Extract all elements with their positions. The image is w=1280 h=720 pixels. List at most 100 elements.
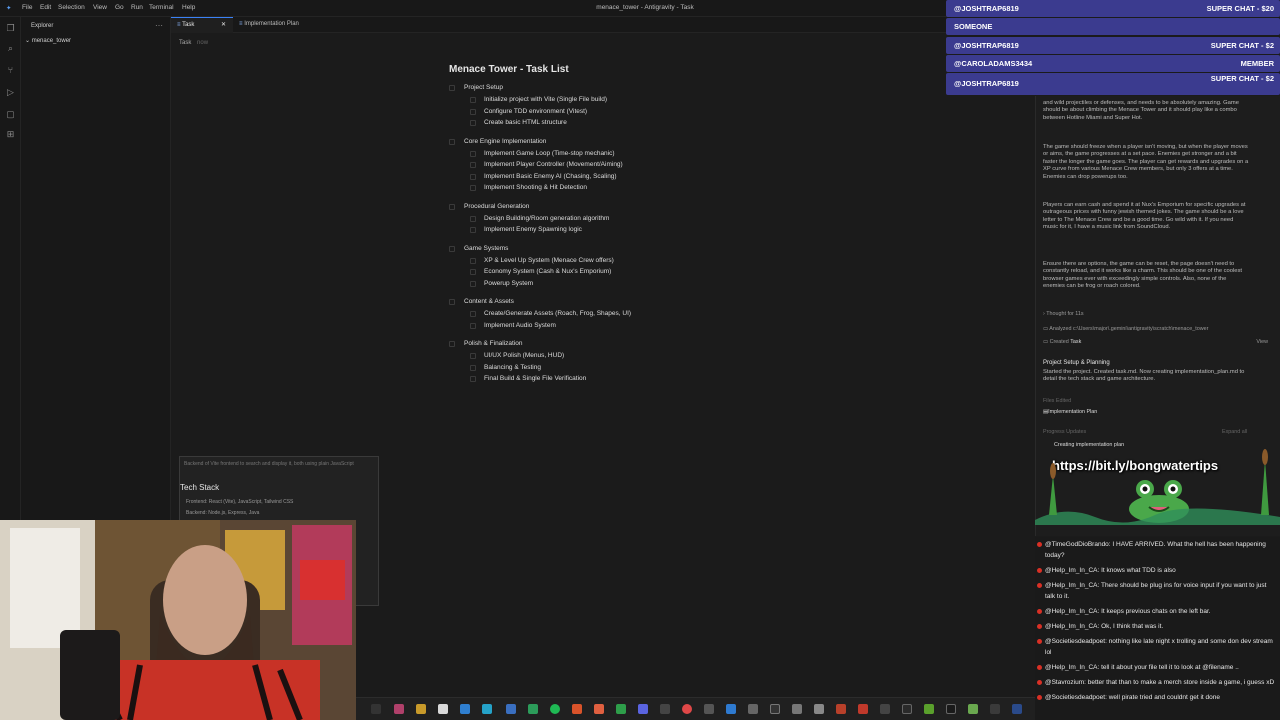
task-label: Configure TDD environment (Vitest) (484, 107, 588, 115)
thought-toggle[interactable]: › Thought for 11s (1043, 311, 1084, 317)
menu-edit[interactable]: Edit (40, 4, 51, 11)
chat-text: @Help_Im_In_CA: There should be plug ins… (1045, 582, 1267, 600)
chat-message: @Help_Im_In_CA: It knows what TDD is als… (1036, 565, 1276, 576)
store-icon[interactable] (528, 704, 538, 714)
photos-icon[interactable] (594, 704, 604, 714)
progress-updates-label: Progress Updates (1043, 429, 1087, 435)
breadcrumb-label[interactable]: Task (179, 40, 191, 46)
files-icon[interactable] (416, 704, 426, 714)
mail-icon[interactable] (506, 704, 516, 714)
checkbox[interactable] (470, 322, 476, 329)
checkbox[interactable] (449, 245, 455, 252)
utility-icon[interactable] (814, 704, 824, 714)
folder-icon[interactable] (371, 704, 381, 714)
chat-text: @Help_Im_In_CA: Ok, I think that was it. (1045, 623, 1164, 630)
app-icon[interactable] (946, 704, 956, 714)
created-file-link[interactable]: Task (1070, 339, 1081, 345)
sheets-icon[interactable] (616, 704, 626, 714)
checkbox[interactable] (470, 269, 476, 275)
game-icon[interactable] (858, 704, 868, 714)
taskbar (356, 697, 1035, 720)
tool-icon[interactable] (792, 704, 802, 714)
task-item: Initialize project with Vite (Single Fil… (449, 96, 749, 108)
alert-user: SOMEONE (954, 22, 993, 32)
youtube-icon (1037, 542, 1042, 547)
close-icon[interactable]: ✕ (221, 21, 226, 28)
menu-terminal[interactable]: Terminal (149, 4, 174, 11)
obs-icon[interactable] (770, 704, 780, 714)
app-icon[interactable] (968, 704, 978, 714)
project-folder[interactable]: ⌄ menace_tower (25, 37, 71, 44)
menu-file[interactable]: File (22, 4, 32, 11)
app-icon[interactable] (902, 704, 912, 714)
checkbox[interactable] (449, 138, 455, 145)
menu-run[interactable]: Run (131, 4, 143, 11)
tab-task[interactable]: ≡ Task ✕ (171, 17, 233, 33)
chevron-down-icon: ⌄ (25, 38, 31, 44)
more-icon[interactable]: ⋯ (155, 21, 163, 30)
checkbox[interactable] (470, 162, 476, 168)
checkbox[interactable] (470, 120, 476, 126)
remote-icon[interactable]: ▢ (5, 109, 16, 120)
tab-implementation-plan[interactable]: ≡ Implementation Plan (233, 17, 305, 33)
notepad-icon[interactable] (704, 704, 714, 714)
media-icon[interactable] (572, 704, 582, 714)
checkbox[interactable] (470, 376, 476, 382)
task-item: Powerup System (449, 280, 749, 292)
browser-icon[interactable] (460, 704, 470, 714)
checkbox[interactable] (470, 257, 476, 264)
spotify-icon[interactable] (550, 704, 560, 714)
checkbox[interactable] (470, 353, 476, 359)
menu-view[interactable]: View (93, 4, 107, 11)
terminal-icon[interactable] (660, 704, 670, 714)
checkbox[interactable] (449, 203, 455, 210)
checkbox[interactable] (470, 150, 476, 157)
recorder-icon[interactable] (836, 704, 846, 714)
app-icon[interactable] (394, 704, 404, 714)
app-icon[interactable] (924, 704, 934, 714)
chat-text: @Stavrozium: better that than to make a … (1045, 679, 1275, 686)
checkbox[interactable] (470, 108, 476, 115)
section-project-setup: Project Setup (449, 84, 749, 96)
checkbox[interactable] (470, 227, 476, 233)
window-icon[interactable] (438, 704, 448, 714)
search-icon[interactable]: ⌕ (5, 43, 16, 54)
task-item: Implement Game Loop (Time-stop mechanic) (449, 150, 749, 162)
extensions-icon[interactable]: ⊞ (5, 129, 16, 140)
chrome-icon[interactable] (682, 704, 692, 714)
app-icon[interactable] (1012, 704, 1022, 714)
menu-selection[interactable]: Selection (58, 4, 85, 11)
task-document: Menace Tower - Task List Project Setup I… (449, 64, 749, 387)
alert-user: @CAROLADAMS3434 (954, 58, 1033, 68)
chat-message: @Help_Im_In_CA: There should be plug ins… (1036, 580, 1276, 602)
section-label: Content & Assets (464, 298, 514, 305)
checkbox[interactable] (449, 299, 455, 305)
discord-icon[interactable] (638, 704, 648, 714)
vscode-icon[interactable] (726, 704, 736, 714)
run-debug-icon[interactable]: ▷ (5, 87, 16, 98)
files-icon[interactable]: ❐ (5, 23, 16, 34)
checkbox[interactable] (470, 311, 476, 317)
edge-icon[interactable] (482, 704, 492, 714)
task-label: Powerup System (484, 279, 534, 287)
app-icon[interactable] (880, 704, 890, 714)
app-icon[interactable] (990, 704, 1000, 714)
checkbox[interactable] (470, 97, 476, 103)
checkbox[interactable] (470, 173, 476, 180)
source-control-icon[interactable]: ⑂ (5, 65, 16, 76)
expand-all-link[interactable]: Expand all (1222, 429, 1247, 435)
checkbox[interactable] (449, 85, 455, 91)
alert-amount: SUPER CHAT - $2 (1210, 40, 1274, 50)
settings-icon[interactable] (748, 704, 758, 714)
checkbox[interactable] (470, 185, 476, 191)
menu-help[interactable]: Help (182, 4, 195, 11)
file-implementation-plan[interactable]: ▤Implementation Plan (1043, 409, 1097, 415)
checkbox[interactable] (470, 280, 476, 287)
youtube-icon (1037, 568, 1042, 573)
checkbox[interactable] (470, 364, 476, 371)
checkbox[interactable] (470, 215, 476, 222)
menu-go[interactable]: Go (115, 4, 124, 11)
task-item: Create basic HTML structure (449, 119, 749, 131)
view-link[interactable]: View (1256, 339, 1268, 345)
checkbox[interactable] (449, 341, 455, 347)
